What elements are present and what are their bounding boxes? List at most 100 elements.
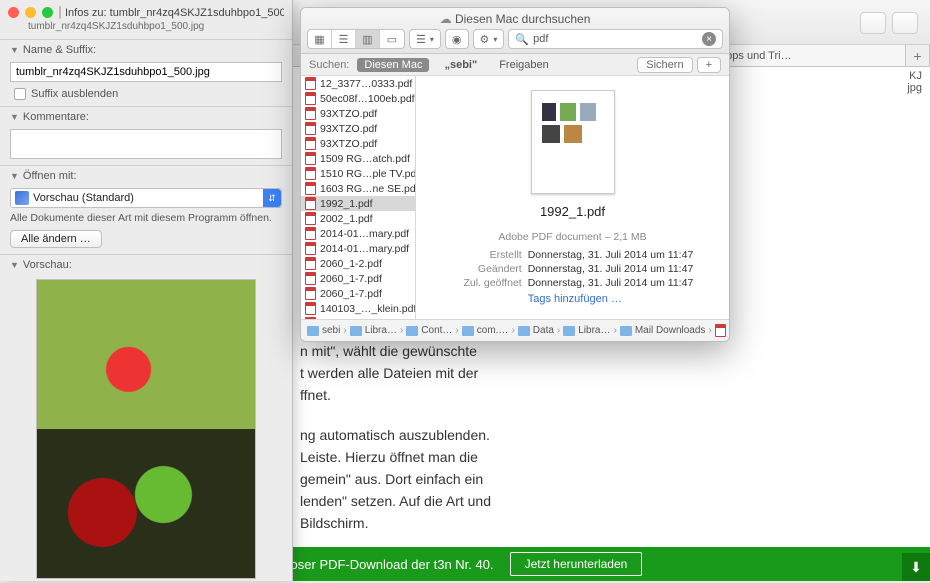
- file-row[interactable]: 12_3377…0333.pdf: [301, 76, 415, 91]
- filename-input[interactable]: [10, 62, 282, 82]
- file-name: 12_3377…0333.pdf: [320, 78, 412, 90]
- pdf-icon: [305, 242, 316, 255]
- section-name-suffix[interactable]: ▼ Name & Suffix:: [0, 40, 292, 60]
- file-row[interactable]: 1603 RG…ne SE.pdf: [301, 181, 415, 196]
- finder-window: ☁︎ Diesen Mac durchsuchen ▦ ☰ ▥ ▭ ☰ ▾ ◉ …: [300, 7, 730, 342]
- minimize-icon[interactable]: [25, 7, 36, 18]
- modified-value: Donnerstag, 31. Juli 2014 um 11:47: [528, 263, 694, 275]
- pdf-icon: [305, 182, 316, 195]
- share-button[interactable]: [860, 12, 886, 34]
- comments-textarea[interactable]: [10, 129, 282, 159]
- path-segment[interactable]: Mail Downloads: [620, 325, 706, 336]
- preview-app-icon: [15, 191, 29, 205]
- finder-title: ☁︎ Diesen Mac durchsuchen: [301, 8, 729, 26]
- path-segment[interactable]: Libra…: [350, 325, 397, 336]
- path-bar[interactable]: sebi›Libra…›Cont…›com.…›Data›Libra…›Mail…: [301, 319, 729, 341]
- file-list[interactable]: 12_3377…0333.pdf50ec08f…100eb.pdf93XTZO.…: [301, 76, 416, 319]
- section-open-with[interactable]: ▼ Öffnen mit:: [0, 166, 292, 186]
- file-row[interactable]: 2014-01…mary.pdf: [301, 241, 415, 256]
- coverflow-view-icon[interactable]: ▭: [380, 30, 404, 48]
- article-line: gemein" aus. Dort einfach ein: [300, 471, 483, 487]
- window-controls: Infos zu: tumblr_nr4zq4SKJZ1sduhbpo1_500…: [0, 0, 292, 21]
- file-row[interactable]: 140103_…_klein.pdf: [301, 301, 415, 316]
- add-tags-link[interactable]: Tags hinzufügen …: [528, 293, 694, 305]
- file-row[interactable]: 1510 RG…ple TV.pdf: [301, 166, 415, 181]
- bg-corner-1: KJ: [907, 70, 922, 82]
- path-segment[interactable]: Data: [518, 325, 554, 336]
- file-row[interactable]: 2060_1-7.pdf: [301, 286, 415, 301]
- new-tab-button[interactable]: +: [906, 45, 930, 66]
- detail-pane: 1992_1.pdf Adobe PDF document – 2,1 MB E…: [416, 76, 729, 319]
- file-name: 2002_1.pdf: [320, 213, 373, 225]
- info-title: Infos zu: tumblr_nr4zq4SKJZ1sduhbpo1_500…: [59, 6, 284, 19]
- file-row[interactable]: 2060_1-7.pdf: [301, 271, 415, 286]
- download-button[interactable]: Jetzt herunterladen: [510, 552, 643, 576]
- file-name: 2060_1-2.pdf: [320, 258, 382, 270]
- section-preview[interactable]: ▼ Vorschau:: [0, 255, 292, 275]
- open-with-value: Vorschau (Standard): [33, 192, 134, 204]
- pdf-icon: [305, 122, 316, 135]
- section-label: Name & Suffix:: [23, 44, 96, 56]
- close-icon[interactable]: [8, 7, 19, 18]
- arrange-menu[interactable]: ☰ ▾: [409, 29, 441, 49]
- scope-user[interactable]: „sebi": [437, 58, 484, 72]
- action-menu[interactable]: ⚙ ▾: [473, 29, 505, 49]
- path-segment[interactable]: com.…: [462, 325, 509, 336]
- modified-label: Geändert: [452, 263, 522, 275]
- pdf-icon: [305, 212, 316, 225]
- scope-shared[interactable]: Freigaben: [492, 58, 556, 72]
- open-with-select[interactable]: Vorschau (Standard) ⇵: [10, 188, 282, 208]
- pdf-icon: [305, 77, 316, 90]
- icon-view-icon[interactable]: ▦: [308, 30, 332, 48]
- disclosure-icon: ▼: [10, 112, 19, 122]
- section-comments[interactable]: ▼ Kommentare:: [0, 107, 292, 127]
- path-label: Mail Downloads: [635, 325, 706, 336]
- file-row[interactable]: 93XTZO.pdf: [301, 121, 415, 136]
- file-row[interactable]: 93XTZO.pdf: [301, 136, 415, 151]
- search-field[interactable]: 🔍 pdf ×: [508, 29, 723, 49]
- file-name: 2060_1-7.pdf: [320, 288, 382, 300]
- file-row[interactable]: 50ec08f…100eb.pdf: [301, 91, 415, 106]
- path-label: Libra…: [365, 325, 397, 336]
- file-row[interactable]: 2002_1.pdf: [301, 211, 415, 226]
- bg-corner-text: KJ jpg: [907, 70, 922, 94]
- bg-corner-2: jpg: [907, 82, 922, 94]
- zoom-icon[interactable]: [42, 7, 53, 18]
- file-row[interactable]: 2060_1-2.pdf: [301, 256, 415, 271]
- chevron-icon: ›: [343, 325, 346, 336]
- path-segment[interactable]: Cont…: [406, 325, 452, 336]
- clear-search-icon[interactable]: ×: [702, 32, 716, 46]
- finder-toolbar: ▦ ☰ ▥ ▭ ☰ ▾ ◉ ⚙ ▾ 🔍 pdf ×: [307, 29, 723, 49]
- pdf-icon: [305, 197, 316, 210]
- file-row[interactable]: 1509 RG…atch.pdf: [301, 151, 415, 166]
- checkbox-icon[interactable]: [14, 88, 26, 100]
- add-rule-button[interactable]: +: [697, 57, 721, 73]
- file-name: 2014-01…mary.pdf: [320, 228, 409, 240]
- search-icon: 🔍: [515, 33, 529, 46]
- chevron-icon: ›: [557, 325, 560, 336]
- path-segment[interactable]: sebi: [307, 325, 340, 336]
- tabs-button[interactable]: [892, 12, 918, 34]
- created-value: Donnerstag, 31. Juli 2014 um 11:47: [528, 249, 694, 261]
- column-view-icon[interactable]: ▥: [356, 30, 380, 48]
- list-view-icon[interactable]: ☰: [332, 30, 356, 48]
- file-row[interactable]: 2014-01…mary.pdf: [301, 226, 415, 241]
- section-label: Vorschau:: [23, 259, 72, 271]
- folder-icon: [406, 326, 418, 336]
- file-row[interactable]: 1992_1.pdf: [301, 196, 415, 211]
- info-title-text: Infos zu: tumblr_nr4zq4SKJZ1sduhbpo1_500…: [65, 7, 284, 19]
- pdf-icon: [305, 302, 316, 315]
- download-corner-icon[interactable]: ⬇: [902, 553, 930, 581]
- path-segment[interactable]: 1992_1.pdf: [715, 324, 729, 337]
- scope-this-mac[interactable]: Diesen Mac: [357, 58, 429, 72]
- quicklook-button[interactable]: ◉: [445, 29, 469, 49]
- pdf-icon: [305, 272, 316, 285]
- file-row[interactable]: 93XTZO.pdf: [301, 106, 415, 121]
- path-segment[interactable]: Libra…: [563, 325, 610, 336]
- save-search-button[interactable]: Sichern: [637, 57, 692, 73]
- chevron-icon: ›: [511, 325, 514, 336]
- hide-suffix-row[interactable]: Suffix ausblenden: [0, 88, 292, 106]
- change-all-button[interactable]: Alle ändern …: [10, 230, 102, 248]
- article-line: lenden" setzen. Auf die Art und: [300, 493, 491, 509]
- view-mode-segment[interactable]: ▦ ☰ ▥ ▭: [307, 29, 405, 49]
